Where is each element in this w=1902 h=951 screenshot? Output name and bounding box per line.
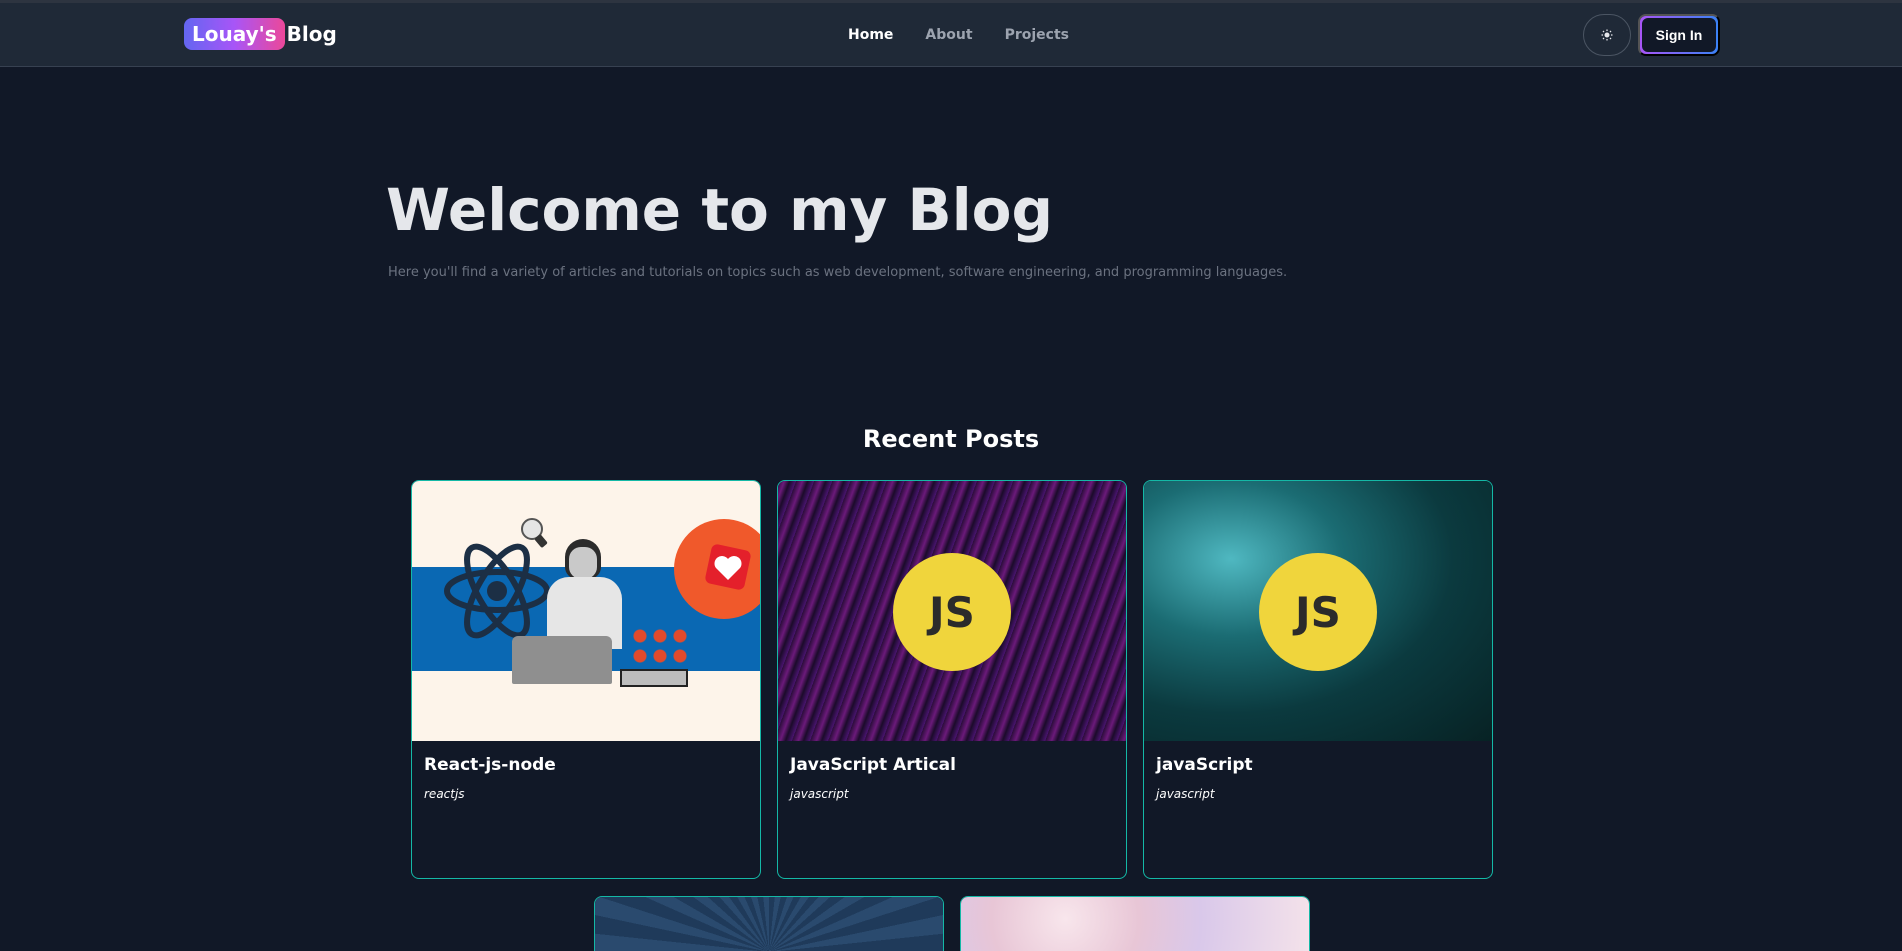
sign-in-button[interactable]: Sign In: [1638, 14, 1720, 56]
page-title: Welcome to my Blog: [386, 176, 1053, 244]
sun-icon: [1601, 29, 1613, 41]
post-image[interactable]: [595, 897, 943, 951]
post-image[interactable]: [961, 897, 1309, 951]
brand-badge: Louay's: [184, 18, 285, 50]
post-title[interactable]: JavaScript Artical: [790, 755, 1114, 775]
heart-icon: [705, 544, 751, 590]
hero-subtitle: Here you'll find a variety of articles a…: [388, 265, 1288, 280]
post-title[interactable]: React-js-node: [424, 755, 748, 775]
js-logo-icon: JS: [1259, 553, 1377, 671]
recent-posts-title: Recent Posts: [862, 425, 1040, 453]
post-card[interactable]: JS javaScript javascript: [1143, 480, 1493, 879]
theme-toggle-button[interactable]: [1583, 14, 1631, 56]
navbar: Louay's Blog Home About Projects Sign In: [0, 0, 1902, 67]
post-image[interactable]: [412, 481, 760, 741]
brand-text: Blog: [286, 22, 337, 46]
brand-logo[interactable]: Louay's Blog: [184, 18, 337, 50]
nav-home[interactable]: Home: [848, 27, 893, 43]
post-card[interactable]: JS JavaScript Artical javascript: [777, 480, 1127, 879]
post-category: javascript: [1156, 787, 1215, 801]
post-category: javascript: [790, 787, 849, 801]
post-title[interactable]: javaScript: [1156, 755, 1480, 775]
nav-about[interactable]: About: [925, 27, 972, 43]
sign-in-label: Sign In: [1642, 18, 1716, 52]
laptop-icon: [512, 636, 612, 684]
person-figure: [537, 539, 632, 649]
post-image[interactable]: JS: [1144, 481, 1492, 741]
post-image[interactable]: JS: [778, 481, 1126, 741]
post-card[interactable]: [960, 896, 1310, 951]
post-card[interactable]: React-js-node reactjs: [411, 480, 761, 879]
nav-projects[interactable]: Projects: [1005, 27, 1069, 43]
dots-pattern: [630, 626, 692, 666]
cards-stack: [620, 669, 688, 687]
post-card[interactable]: [594, 896, 944, 951]
js-logo-icon: JS: [893, 553, 1011, 671]
nav-links: Home About Projects: [848, 27, 1069, 43]
post-category: reactjs: [424, 787, 465, 801]
